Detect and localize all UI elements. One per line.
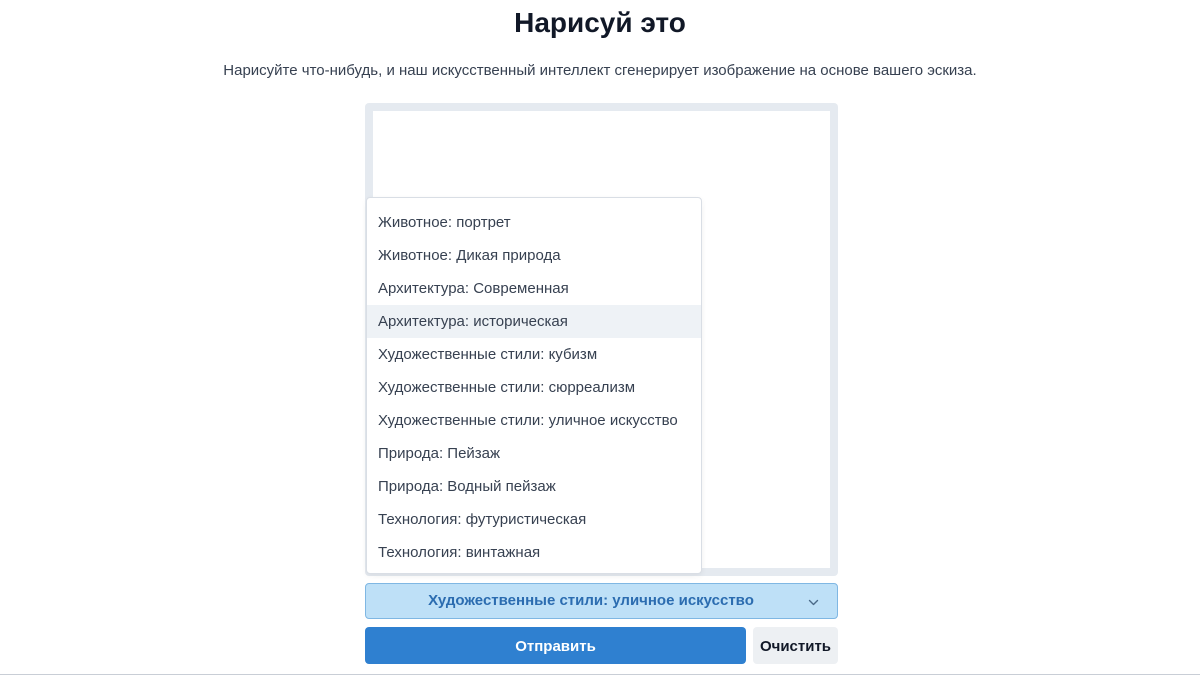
- dropdown-option[interactable]: Животное: портрет: [367, 206, 701, 239]
- submit-button[interactable]: Отправить: [365, 627, 746, 664]
- dropdown-option[interactable]: Художественные стили: уличное искусство: [367, 404, 701, 437]
- dropdown-option[interactable]: Технология: винтажная: [367, 536, 701, 569]
- style-select[interactable]: Художественные стили: уличное искусство: [365, 583, 838, 619]
- dropdown-option-highlighted[interactable]: Архитектура: историческая: [367, 305, 701, 338]
- dropdown-option[interactable]: Художественные стили: кубизм: [367, 338, 701, 371]
- dropdown-option[interactable]: Технология: футуристическая: [367, 503, 701, 536]
- dropdown-option[interactable]: Животное: Дикая природа: [367, 239, 701, 272]
- page-title: Нарисуй это: [514, 7, 686, 38]
- dropdown-option[interactable]: Природа: Водный пейзаж: [367, 470, 701, 503]
- style-select-value: Художественные стили: уличное искусство: [428, 592, 754, 609]
- clear-button[interactable]: Очистить: [753, 627, 838, 664]
- chevron-down-icon: [808, 595, 819, 606]
- dropdown-option[interactable]: Архитектура: Современная: [367, 272, 701, 305]
- page-subtitle: Нарисуйте что-нибудь, и наш искусственны…: [223, 62, 977, 79]
- dropdown-option[interactable]: Природа: Пейзаж: [367, 437, 701, 470]
- dropdown-option[interactable]: Художественные стили: сюрреализм: [367, 371, 701, 404]
- style-dropdown-list: Животное: портрет Животное: Дикая природ…: [366, 197, 702, 574]
